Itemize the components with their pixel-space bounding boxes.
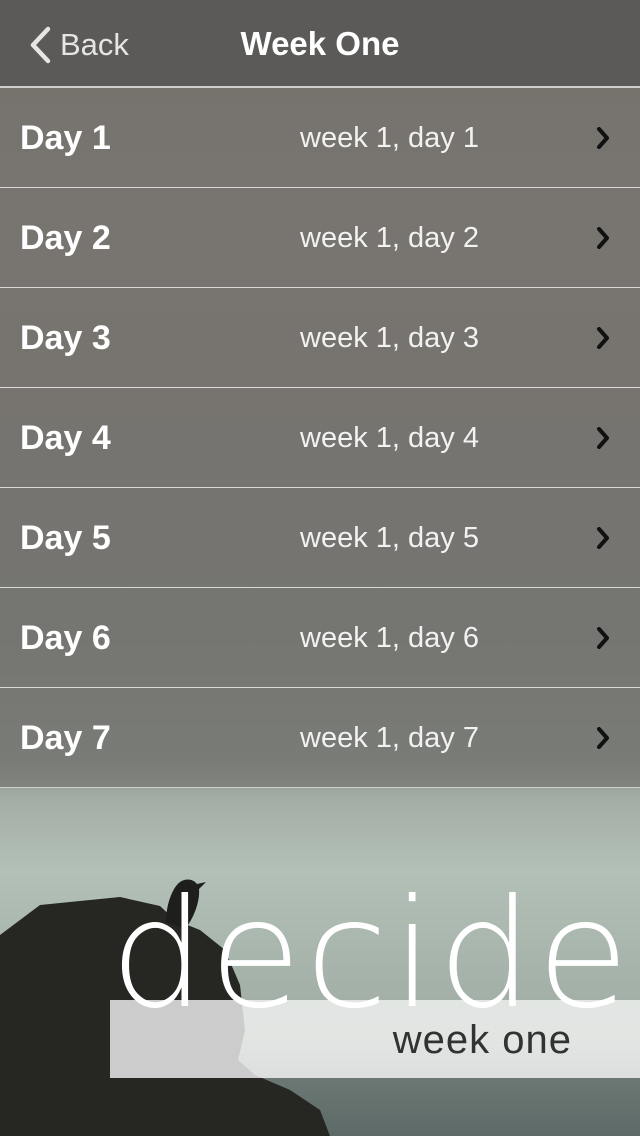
brand-word: decide — [110, 868, 634, 1042]
day-subtitle: week 1, day 4 — [300, 421, 479, 454]
day-subtitle: week 1, day 6 — [300, 621, 479, 654]
chevron-right-icon — [596, 127, 610, 154]
list-item-day-1[interactable]: Day 1 week 1, day 1 — [0, 88, 640, 188]
chevron-right-icon — [596, 427, 610, 454]
chevron-right-icon — [596, 727, 610, 754]
brand-subtitle: week one — [392, 1017, 572, 1062]
list-item-day-2[interactable]: Day 2 week 1, day 2 — [0, 188, 640, 288]
chevron-right-icon — [596, 327, 610, 354]
chevron-right-icon — [596, 527, 610, 554]
day-subtitle: week 1, day 3 — [300, 321, 479, 354]
back-button[interactable]: Back — [28, 20, 129, 70]
day-subtitle: week 1, day 7 — [300, 721, 479, 754]
day-label: Day 1 — [20, 118, 111, 157]
day-label: Day 2 — [20, 218, 111, 257]
nav-bar: Back Week One — [0, 0, 640, 88]
day-subtitle: week 1, day 5 — [300, 521, 479, 554]
list-item-day-6[interactable]: Day 6 week 1, day 6 — [0, 588, 640, 688]
chevron-left-icon — [28, 26, 52, 64]
day-list: Day 1 week 1, day 1 Day 2 week 1, day 2 … — [0, 88, 640, 788]
chevron-right-icon — [596, 227, 610, 254]
day-subtitle: week 1, day 1 — [300, 121, 479, 154]
back-label: Back — [60, 27, 129, 62]
list-item-day-4[interactable]: Day 4 week 1, day 4 — [0, 388, 640, 488]
list-item-day-5[interactable]: Day 5 week 1, day 5 — [0, 488, 640, 588]
day-label: Day 4 — [20, 418, 111, 457]
day-label: Day 3 — [20, 318, 111, 357]
list-item-day-3[interactable]: Day 3 week 1, day 3 — [0, 288, 640, 388]
day-label: Day 6 — [20, 618, 111, 657]
day-subtitle: week 1, day 2 — [300, 221, 479, 254]
chevron-right-icon — [596, 627, 610, 654]
list-item-day-7[interactable]: Day 7 week 1, day 7 — [0, 688, 640, 788]
day-label: Day 5 — [20, 518, 111, 557]
day-label: Day 7 — [20, 718, 111, 757]
